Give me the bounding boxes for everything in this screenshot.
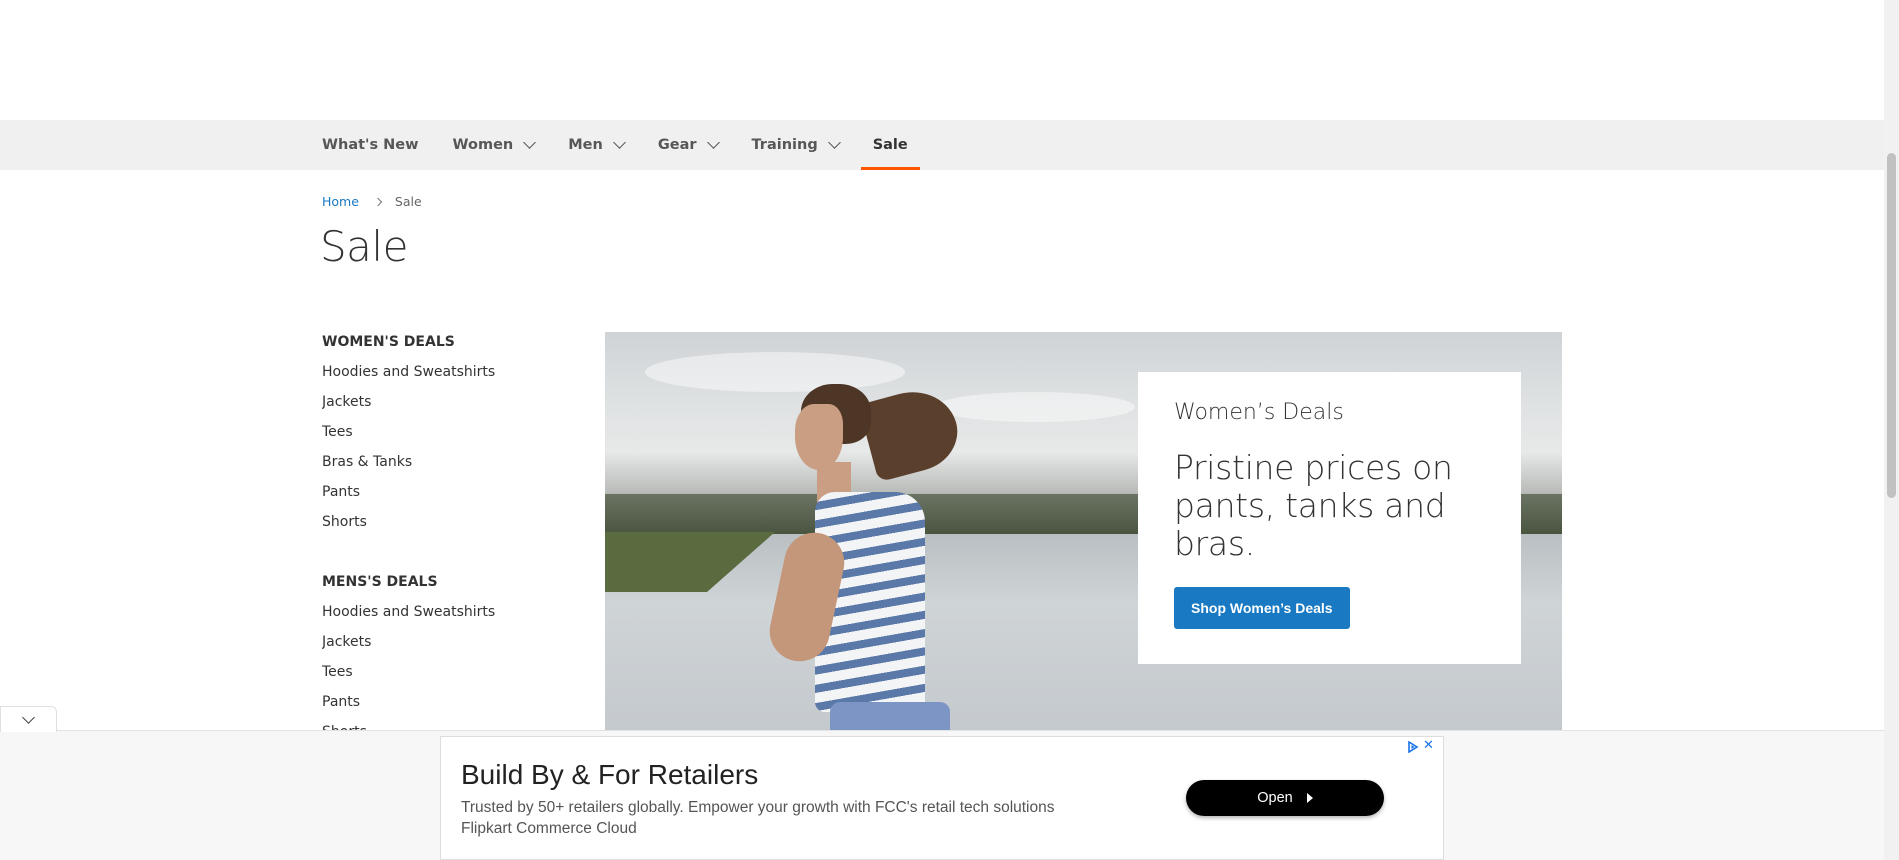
mens-deals-link-hoodies[interactable]: Hoodies and Sweatshirts <box>322 602 572 632</box>
adchoices-icon[interactable] <box>1407 741 1419 753</box>
womens-deals-heading: WOMEN'S DEALS <box>322 334 455 350</box>
ad-open-label: Open <box>1257 790 1293 806</box>
chevron-down-icon <box>22 710 35 724</box>
ad-description-line: Flipkart Commerce Cloud <box>461 820 637 837</box>
nav-item-training[interactable]: Training <box>751 120 841 170</box>
nav-item-gear[interactable]: Gear <box>657 120 720 170</box>
womens-deals-link-tees[interactable]: Tees <box>322 422 572 452</box>
hero-photo-runner <box>795 404 843 470</box>
page-title: Sale <box>320 222 408 271</box>
mens-deals-link-tees[interactable]: Tees <box>322 662 572 692</box>
close-icon[interactable]: ✕ <box>1423 739 1437 753</box>
chevron-down-icon <box>827 136 841 149</box>
womens-deals-link-jackets[interactable]: Jackets <box>322 392 572 422</box>
play-arrow-icon <box>1306 793 1313 803</box>
main-navigation: What's New Women Men Gear Training Sale <box>0 120 1884 170</box>
nav-list: What's New Women Men Gear Training Sale <box>322 120 920 170</box>
nav-item-whats-new[interactable]: What's New <box>322 120 419 170</box>
nav-item-women[interactable]: Women <box>452 120 537 170</box>
promo-headline: Pristine prices on pants, tanks and bras… <box>1174 448 1453 563</box>
ad-description-line: Trusted by 50+ retailers globally. Empow… <box>461 799 1055 816</box>
nav-item-label: What's New <box>322 137 419 153</box>
chevron-down-icon <box>612 136 626 149</box>
mens-deals-link-jackets[interactable]: Jackets <box>322 632 572 662</box>
hero-photo-runner <box>858 381 966 483</box>
womens-deals-link-hoodies[interactable]: Hoodies and Sweatshirts <box>322 362 572 392</box>
womens-deals-banner: Women’s Deals Pristine prices on pants, … <box>605 332 1562 732</box>
page-header <box>0 0 1884 120</box>
mens-deals-link-shorts[interactable]: Shorts <box>322 722 572 730</box>
chevron-down-icon <box>523 136 537 149</box>
ad-open-button[interactable]: Open <box>1186 780 1384 816</box>
hero-photo-cloud <box>935 392 1135 422</box>
chevron-down-icon <box>706 136 720 149</box>
mens-deals-heading: MENS'S DEALS <box>322 574 438 590</box>
chevron-right-icon <box>373 197 383 206</box>
ad-title: Build By & For Retailers <box>461 759 759 790</box>
ad-collapse-toggle[interactable] <box>0 706 57 732</box>
nav-item-label: Men <box>568 137 603 153</box>
promo-card: Women’s Deals Pristine prices on pants, … <box>1138 372 1521 664</box>
womens-deals-link-pants[interactable]: Pants <box>322 482 572 512</box>
mens-deals-link-pants[interactable]: Pants <box>322 692 572 722</box>
nav-item-label: Training <box>751 137 818 153</box>
womens-deals-link-bras-tanks[interactable]: Bras & Tanks <box>322 452 572 482</box>
nav-item-label: Sale <box>872 137 908 153</box>
breadcrumb-home-link[interactable]: Home <box>322 194 359 209</box>
shop-womens-deals-button[interactable]: Shop Women’s Deals <box>1174 587 1350 629</box>
breadcrumb-current: Sale <box>394 194 422 209</box>
nav-item-label: Gear <box>657 137 697 153</box>
hero-photo-cloud <box>645 352 905 392</box>
nav-item-men[interactable]: Men <box>568 120 626 170</box>
scrollbar-thumb[interactable] <box>1887 153 1896 498</box>
nav-item-sale[interactable]: Sale <box>860 120 920 170</box>
sale-sidebar: WOMEN'S DEALS Hoodies and Sweatshirts Ja… <box>322 332 572 730</box>
ad-description: Trusted by 50+ retailers globally. Empow… <box>461 797 1161 839</box>
promo-kicker: Women’s Deals <box>1174 400 1344 425</box>
womens-deals-link-shorts[interactable]: Shorts <box>322 512 572 542</box>
breadcrumb: Home Sale <box>322 194 422 209</box>
hero-photo-runner <box>830 702 950 732</box>
nav-item-label: Women <box>452 137 514 153</box>
ad-banner[interactable]: ✕ Build By & For Retailers Trusted by 50… <box>440 736 1444 860</box>
